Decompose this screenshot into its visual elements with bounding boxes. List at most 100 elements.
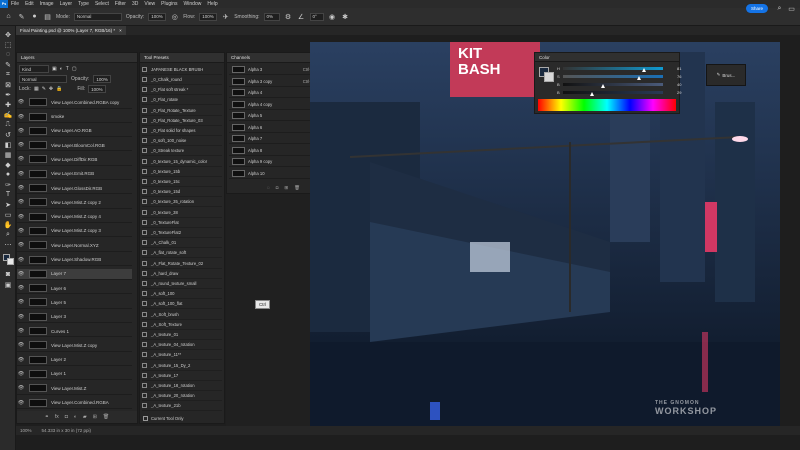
tool-preset-item[interactable]: _0_Flat solid for shapes <box>142 126 222 136</box>
layer-visibility-eye-icon[interactable]: 👁 <box>17 285 25 291</box>
marquee-tool-icon[interactable]: ⬚ <box>3 40 13 49</box>
new-group-icon[interactable]: ▰ <box>83 414 87 420</box>
eyedropper-tool-icon[interactable]: ✒ <box>3 90 13 99</box>
layer-row[interactable]: 👁 View Layer.Mist.Z copy 3 <box>17 226 132 238</box>
layer-row[interactable]: 👁 Curves 1 <box>17 326 132 338</box>
menu-image[interactable]: Image <box>37 1 57 7</box>
pen-tool-icon[interactable]: ✑ <box>3 180 13 189</box>
layer-row[interactable]: 👁 View Layer.Shadow.RGB <box>17 254 132 266</box>
layer-row[interactable]: 👁 View Layer.DiffDir.RGB <box>17 154 132 166</box>
share-button[interactable]: Share <box>746 4 768 13</box>
close-tab-icon[interactable]: × <box>119 28 122 33</box>
color-slider-thumb[interactable] <box>601 84 605 88</box>
current-tool-only-checkbox[interactable] <box>143 416 148 421</box>
blur-tool-icon[interactable]: ◆ <box>3 160 13 169</box>
layer-row[interactable]: 👁 Layer 6 <box>17 283 132 295</box>
layer-visibility-eye-icon[interactable]: 👁 <box>17 99 25 105</box>
layer-visibility-eye-icon[interactable]: 👁 <box>17 385 25 391</box>
channel-row[interactable]: Alpha 10 <box>229 169 317 179</box>
tool-preset-item[interactable]: _A_soft_100_flat <box>142 300 222 310</box>
layer-visibility-eye-icon[interactable]: 👁 <box>17 156 25 162</box>
frame-tool-icon[interactable]: ⊠ <box>3 80 13 89</box>
tool-preset-item[interactable]: _A_Soft_Texture <box>142 320 222 330</box>
layer-row[interactable]: 👁 View Layer.Mist.Z copy 4 <box>17 211 132 223</box>
workspace-icon[interactable]: ▭ <box>787 4 796 13</box>
tool-preset-item[interactable]: _0_soft_100_noise <box>142 136 222 147</box>
layer-visibility-eye-icon[interactable]: 👁 <box>17 185 25 191</box>
tool-preset-item[interactable]: _0_texture_15b <box>142 167 222 177</box>
dodge-tool-icon[interactable]: ● <box>3 170 13 179</box>
background-color-swatch[interactable] <box>7 258 14 265</box>
quick-mask-icon[interactable]: ◙ <box>3 270 13 279</box>
layer-visibility-eye-icon[interactable]: 👁 <box>17 299 25 305</box>
layer-row[interactable]: 👁 smoke <box>17 111 132 123</box>
tool-preset-item[interactable]: _A_texture_04_rotation <box>142 340 222 351</box>
color-slider-track[interactable] <box>563 82 663 86</box>
brush-tool-icon[interactable]: ✍ <box>3 110 13 119</box>
menu-edit[interactable]: Edit <box>22 1 37 7</box>
tool-preset-item[interactable]: _0_Chalk_round <box>142 75 222 85</box>
layer-visibility-eye-icon[interactable]: 👁 <box>17 171 25 177</box>
menu-file[interactable]: File <box>8 1 22 7</box>
tool-preset-item[interactable]: _A_Flat_Rotate_Texture_02 <box>142 259 222 269</box>
brush-tool-icon[interactable]: ✎ <box>17 12 26 21</box>
edit-toolbar-icon[interactable]: ⋯ <box>3 240 13 249</box>
tool-preset-item[interactable]: _0_Streak texture <box>142 147 222 157</box>
tool-preset-item[interactable]: _0_Flat_Rotate_Texture_03 <box>142 116 222 126</box>
color-slider-track[interactable] <box>563 66 663 70</box>
rectangle-tool-icon[interactable]: ▭ <box>3 210 13 219</box>
pressure-size-icon[interactable]: ◉ <box>328 12 337 21</box>
tool-preset-item[interactable]: _A_texture_21b <box>142 402 222 412</box>
layers-panel-title[interactable]: Layers <box>21 55 35 60</box>
document-tab[interactable]: Final Painting.psd @ 100% (Layer 7, RGB/… <box>16 26 126 35</box>
path-selection-tool-icon[interactable]: ➤ <box>3 200 13 209</box>
tool-preset-item[interactable]: _A_texture_11** <box>142 351 222 361</box>
menu-filter[interactable]: Filter <box>112 1 129 7</box>
menu-view[interactable]: View <box>141 1 158 7</box>
fill-field[interactable]: 100% <box>88 85 107 93</box>
tool-preset-item[interactable]: _A_Soft_brush <box>142 310 222 320</box>
filter-adjustment-icon[interactable]: ◐ <box>60 66 63 72</box>
tool-preset-item[interactable]: _0_texture_15c <box>142 177 222 187</box>
layer-visibility-eye-icon[interactable]: 👁 <box>17 257 25 263</box>
channel-row[interactable]: Alpha 9 copy <box>229 157 317 167</box>
color-slider-row[interactable]: B 40 <box>557 81 681 88</box>
channel-row[interactable]: Alpha 8 <box>229 146 317 156</box>
channel-row[interactable]: Alpha 5 <box>229 111 317 121</box>
tool-presets-title[interactable]: Tool Presets <box>144 55 169 60</box>
color-panel-title[interactable]: Color <box>539 55 550 60</box>
layer-visibility-eye-icon[interactable]: 👁 <box>17 371 25 377</box>
tool-preset-item[interactable]: _0_texture_15d <box>142 187 222 198</box>
mode-select[interactable]: Normal <box>73 12 122 21</box>
brush-preset-picker-icon[interactable]: ● <box>30 12 39 21</box>
tool-preset-item[interactable]: _A_texture_20_rotation <box>142 391 222 402</box>
filter-type-icon[interactable]: T <box>66 66 69 72</box>
link-layers-icon[interactable]: ⚭ <box>45 414 49 420</box>
layer-style-icon[interactable]: fx <box>55 414 59 420</box>
tool-preset-item[interactable]: _0_Flat_rotate <box>142 96 222 106</box>
brush-panel-collapsed[interactable]: ✎ Brus... <box>706 64 746 86</box>
hand-tool-icon[interactable]: ✋ <box>3 220 13 229</box>
flow-field[interactable]: 100% <box>199 12 218 21</box>
menu-layer[interactable]: Layer <box>57 1 76 7</box>
gradient-tool-icon[interactable]: ▦ <box>3 150 13 159</box>
layer-visibility-eye-icon[interactable]: 👁 <box>17 214 25 220</box>
tool-preset-item[interactable]: _A_texture_01 <box>142 330 222 340</box>
save-selection-channel-icon[interactable]: ◘ <box>276 185 279 191</box>
smoothing-options-gear-icon[interactable]: ⚙ <box>284 12 293 21</box>
channel-row[interactable]: Alpha 4 <box>229 88 317 98</box>
new-layer-icon[interactable]: ⊞ <box>93 414 97 420</box>
tool-preset-item[interactable]: _0_texture_38 <box>142 208 222 218</box>
quick-select-tool-icon[interactable]: ✎ <box>3 60 13 69</box>
layer-blend-mode-select[interactable]: Normal <box>19 75 67 83</box>
tool-preset-item[interactable]: _0_Flat soft streak * <box>142 85 222 96</box>
color-background-swatch[interactable] <box>544 72 554 82</box>
channel-row[interactable]: Alpha 7 <box>229 134 317 144</box>
screen-mode-icon[interactable]: ▣ <box>3 280 13 289</box>
symmetry-icon[interactable]: ✱ <box>341 12 350 21</box>
tool-preset-item[interactable]: _0_TextureFlat2 <box>142 228 222 238</box>
healing-brush-tool-icon[interactable]: ✚ <box>3 100 13 109</box>
layer-row[interactable]: 👁 Layer 3 <box>17 312 132 323</box>
lock-transparent-icon[interactable]: ▦ <box>34 86 39 92</box>
layer-row[interactable]: 👁 Layer 2 <box>17 354 132 366</box>
